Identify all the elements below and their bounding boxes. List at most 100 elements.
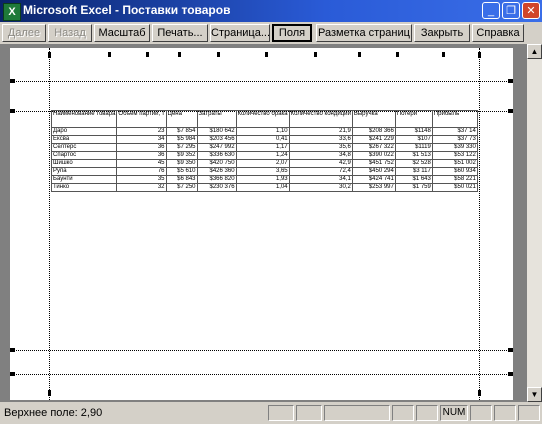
close-preview-button[interactable]: Закрыть	[414, 24, 470, 42]
margin-handle[interactable]	[10, 348, 15, 352]
column-handle[interactable]	[265, 52, 268, 57]
preview-page	[10, 48, 513, 400]
table-cell: 35,6	[288, 143, 353, 152]
table-row: Шишко 45 $9 350 $420 750 2,07 42,9 $451 752 $2 …	[50, 159, 478, 168]
margin-handle[interactable]	[10, 372, 15, 376]
column-handle[interactable]	[178, 52, 181, 57]
column-header: Объем партии, т	[116, 110, 167, 128]
print-preview-toolbar: Далее Назад Масштаб Печать... Страница..…	[0, 22, 542, 44]
table-cell: $5 610	[165, 167, 198, 176]
table-cell: $366 820	[196, 175, 237, 184]
table-row: Селтерс 36 $7 295 $247 992 1,17 35,6 $267 322 $…	[50, 143, 478, 152]
table-cell: $336 630	[196, 151, 237, 160]
table-cell: $253 997	[351, 183, 396, 192]
page-break-preview-button[interactable]: Разметка страниц	[316, 24, 412, 42]
table-cell: 32	[116, 183, 167, 192]
help-button[interactable]: Справка	[472, 24, 524, 42]
margin-handle[interactable]	[508, 348, 513, 352]
column-header: Затраты	[196, 110, 237, 128]
table-cell: $450 294	[351, 167, 396, 176]
table-cell: 42,9	[288, 159, 353, 168]
table-cell: $9 350	[165, 159, 198, 168]
margin-handle[interactable]	[48, 390, 51, 396]
table-cell: 36	[116, 151, 167, 160]
zoom-button[interactable]: Масштаб	[94, 24, 150, 42]
bottom-margin-line[interactable]	[10, 350, 513, 351]
page-setup-button[interactable]: Страница...	[210, 24, 270, 42]
table-cell: 1,17	[235, 143, 290, 152]
table-cell: $58 221	[431, 175, 478, 184]
margin-handle[interactable]	[478, 390, 481, 396]
table-cell: $230 376	[196, 183, 237, 192]
table-cell: $208 366	[351, 127, 396, 136]
table-cell: $424 741	[351, 175, 396, 184]
column-header: Наименование товара	[50, 110, 118, 128]
margin-handle[interactable]	[48, 52, 51, 58]
status-panel	[494, 405, 516, 421]
table-cell: $50 021	[431, 183, 478, 192]
column-handle[interactable]	[108, 52, 111, 57]
column-header: Количество брака	[235, 110, 290, 128]
table-cell: Рупа	[50, 167, 118, 176]
table-cell: $60 934	[431, 167, 478, 176]
num-lock-indicator: NUM	[440, 405, 468, 421]
margin-handle[interactable]	[478, 52, 481, 58]
table-cell: 1,24	[235, 151, 290, 160]
margin-handle[interactable]	[10, 109, 15, 113]
margin-handle[interactable]	[508, 372, 513, 376]
column-header: Прибыль	[431, 110, 478, 128]
table-cell: $53 122	[431, 151, 478, 160]
table-cell: $9 352	[165, 151, 198, 160]
table-cell: $1 513	[394, 151, 433, 160]
minimize-button[interactable]: _	[482, 2, 500, 19]
scroll-down-arrow-icon[interactable]: ▼	[527, 387, 542, 402]
scroll-up-arrow-icon[interactable]: ▲	[527, 44, 542, 59]
table-cell: $7 854	[165, 127, 198, 136]
table-cell: $247 992	[196, 143, 237, 152]
table-cell: Спартос	[50, 151, 118, 160]
margin-handle[interactable]	[508, 79, 513, 83]
table-cell: 76	[116, 167, 167, 176]
left-margin-line[interactable]	[49, 48, 50, 400]
table-cell: 0,41	[235, 135, 290, 144]
table-cell: $7 250	[165, 183, 198, 192]
footer-margin-line[interactable]	[10, 374, 513, 375]
print-button[interactable]: Печать...	[152, 24, 208, 42]
table-cell: 36	[116, 143, 167, 152]
table-cell: Шишко	[50, 159, 118, 168]
table-row: Рупа 76 $5 610 $426 360 3,65 72,4 $450 294 $3 1…	[50, 167, 478, 176]
table-cell: Баунти	[50, 175, 118, 184]
column-handle[interactable]	[217, 52, 220, 57]
margin-handle[interactable]	[10, 79, 15, 83]
status-message: Верхнее поле: 2,90	[4, 407, 103, 419]
column-header: Выручка	[351, 110, 396, 128]
header-margin-line[interactable]	[10, 81, 513, 82]
table-cell: $426 360	[196, 167, 237, 176]
status-panel	[324, 405, 390, 421]
column-handle[interactable]	[358, 52, 361, 57]
column-handle[interactable]	[442, 52, 445, 57]
right-margin-line[interactable]	[479, 48, 480, 400]
table-cell: 1,04	[235, 183, 290, 192]
table-cell: Селтерс	[50, 143, 118, 152]
table-cell: Ексва	[50, 135, 118, 144]
table-cell: 34,8	[288, 151, 353, 160]
table-cell: $1148	[394, 127, 433, 136]
column-handle[interactable]	[314, 52, 317, 57]
table-cell: Тинко	[50, 183, 118, 192]
next-page-button[interactable]: Далее	[2, 24, 46, 42]
table-row: Тинко 32 $7 250 $230 376 1,04 30,2 $253 997 $1 …	[50, 183, 478, 192]
table-row: Спартос 36 $9 352 $336 630 1,24 34,8 $390 022 $…	[50, 151, 478, 160]
table-cell: $37 14	[431, 127, 478, 136]
table-cell: 2,07	[235, 159, 290, 168]
close-window-button[interactable]: ✕	[522, 2, 540, 19]
previous-page-button[interactable]: Назад	[48, 24, 92, 42]
margins-button[interactable]: Поля	[272, 24, 312, 42]
excel-app-icon[interactable]: X	[3, 3, 21, 21]
margin-handle[interactable]	[508, 109, 513, 113]
maximize-button[interactable]: ❐	[502, 2, 520, 19]
vertical-scrollbar[interactable]: ▲ ▼	[527, 44, 542, 402]
column-handle[interactable]	[146, 52, 149, 57]
window-title: Microsoft Excel - Поставки товаров	[23, 3, 231, 17]
column-handle[interactable]	[396, 52, 399, 57]
